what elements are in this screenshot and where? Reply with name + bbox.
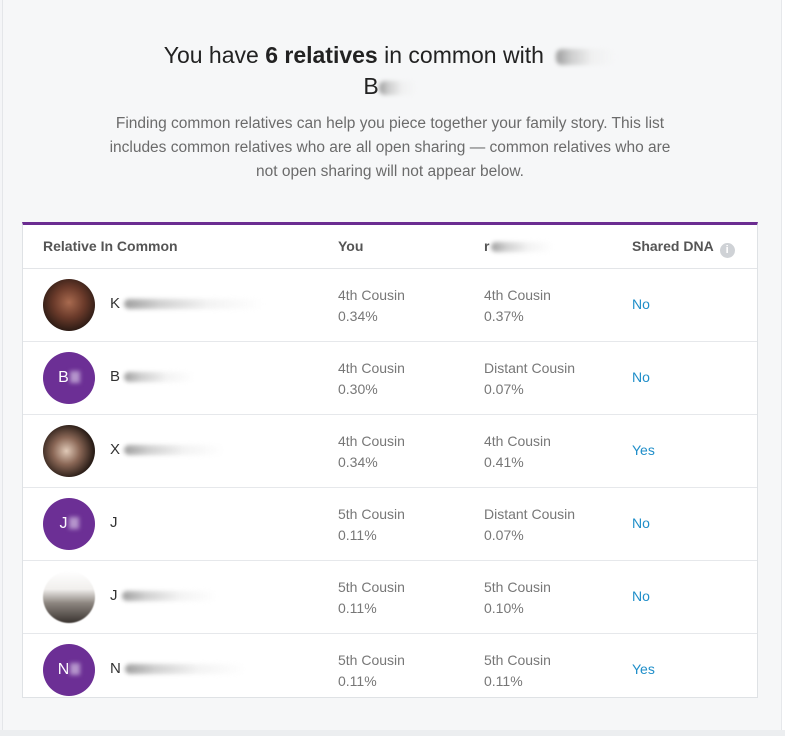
redacted-name <box>556 48 617 65</box>
match-relationship: 4th Cousin 0.37% <box>484 287 551 324</box>
you-relationship: 5th Cousin 0.11% <box>338 506 405 543</box>
avatar[interactable] <box>43 571 95 623</box>
avatar[interactable] <box>43 425 95 477</box>
you-relationship: 4th Cousin 0.30% <box>338 360 405 397</box>
right-edge <box>781 0 785 736</box>
you-relationship: 4th Cousin 0.34% <box>338 287 405 324</box>
table-row: J 5th Cousin 0.11% 5th Cousin 0.10% No <box>23 561 757 634</box>
you-relationship: 5th Cousin 0.11% <box>338 652 405 689</box>
you-relationship: 5th Cousin 0.11% <box>338 579 405 616</box>
col-relative: Relative In Common <box>43 238 178 254</box>
table-row: K 4th Cousin 0.34% 4th Cousin 0.37% No <box>23 269 757 342</box>
avatar[interactable]: N <box>43 644 95 696</box>
avatar[interactable] <box>43 279 95 331</box>
match-relationship: 5th Cousin 0.10% <box>484 579 551 616</box>
col-shared-dna: Shared DNA i <box>632 238 735 258</box>
shared-dna-link[interactable]: No <box>632 588 650 604</box>
table-row: B B 4th Cousin 0.30% Distant Cousin 0.07% … <box>23 342 757 415</box>
col-you: You <box>338 238 364 254</box>
you-relationship: 4th Cousin 0.34% <box>338 433 405 470</box>
match-relationship: Distant Cousin 0.07% <box>484 360 576 397</box>
shared-dna-link[interactable]: Yes <box>632 661 655 677</box>
relative-name[interactable]: K <box>110 295 265 312</box>
relative-name[interactable]: J <box>110 514 118 531</box>
redacted-name <box>491 242 554 253</box>
relative-count: 6 relatives <box>265 42 378 68</box>
shared-dna-link[interactable]: Yes <box>632 442 655 458</box>
match-relationship: 5th Cousin 0.11% <box>484 652 551 689</box>
common-relatives-table: Relative In Common You r Shared DNA i K 4… <box>22 222 758 698</box>
page-title: You have 6 relatives in common with B <box>60 40 720 102</box>
match-name-start: B <box>363 73 379 99</box>
match-relationship: Distant Cousin 0.07% <box>484 506 576 543</box>
bottom-bar <box>0 730 785 736</box>
relative-name[interactable]: X <box>110 441 225 458</box>
redacted-name <box>378 80 417 95</box>
table-header: Relative In Common You r Shared DNA i <box>23 225 757 269</box>
match-relationship: 4th Cousin 0.41% <box>484 433 551 470</box>
relative-name[interactable]: N <box>110 660 245 677</box>
shared-dna-link[interactable]: No <box>632 515 650 531</box>
table-row: N N 5th Cousin 0.11% 5th Cousin 0.11% Yes <box>23 634 757 706</box>
table-row: X 4th Cousin 0.34% 4th Cousin 0.41% Yes <box>23 415 757 488</box>
table-row: J J 5th Cousin 0.11% Distant Cousin 0.07% … <box>23 488 757 561</box>
col-match: r <box>484 238 554 254</box>
shared-dna-link[interactable]: No <box>632 369 650 385</box>
description: Finding common relatives can help you pi… <box>109 115 671 180</box>
info-icon[interactable]: i <box>719 243 735 258</box>
shared-dna-link[interactable]: No <box>632 296 650 312</box>
avatar[interactable]: J <box>43 498 95 550</box>
avatar[interactable]: B <box>43 352 95 404</box>
relative-name[interactable]: J <box>110 587 217 604</box>
relative-name[interactable]: B <box>110 368 195 385</box>
